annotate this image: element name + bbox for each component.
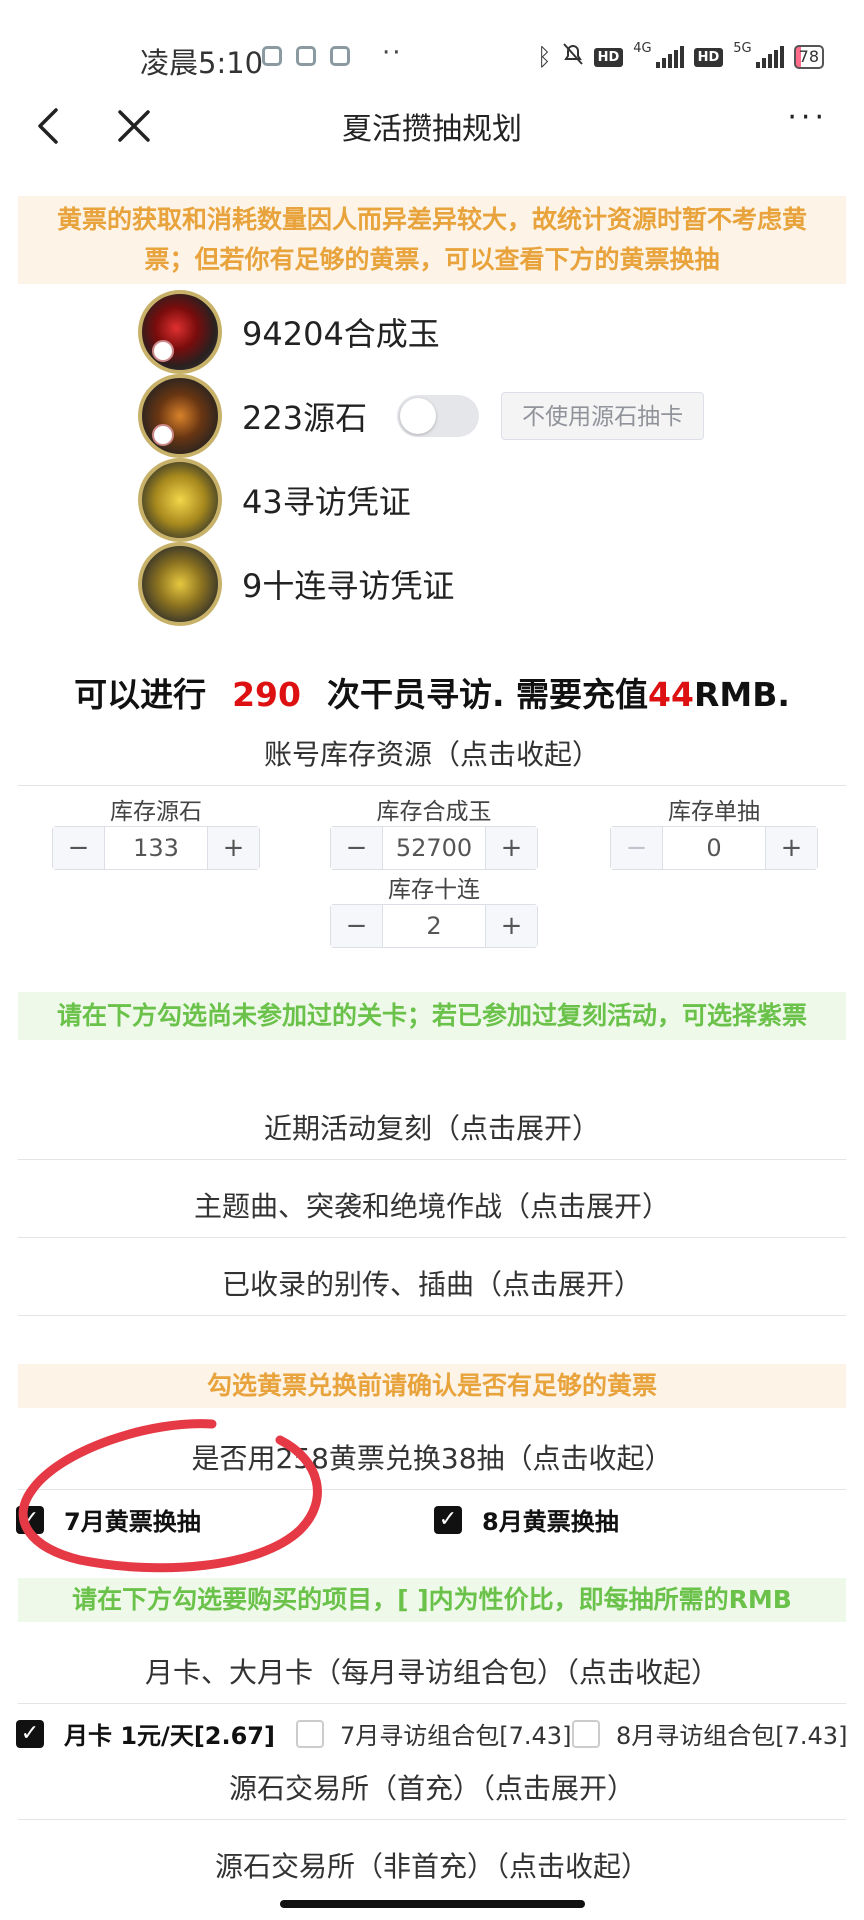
- originite-icon: [138, 374, 222, 458]
- option-label: 月卡 1元/天[2.67]: [64, 1722, 275, 1750]
- side-story-section[interactable]: 已收录的别传、插曲（点击展开）: [18, 1254, 846, 1316]
- rerun-events-section[interactable]: 近期活动复刻（点击展开）: [18, 1098, 846, 1160]
- pull-summary: 可以进行 290 次干员寻访. 需要充值44RMB.: [0, 668, 864, 716]
- status-time: 凌晨5:10: [140, 46, 264, 80]
- hd-badge: HD: [693, 47, 724, 67]
- field-label: 库存十连: [388, 877, 480, 903]
- summary-prefix: 可以进行: [74, 675, 207, 714]
- orundum-stepper: − 52700 +: [330, 826, 538, 870]
- resource-label: 9十连寻访凭证: [242, 567, 455, 605]
- summary-rmb: 44: [648, 675, 694, 714]
- exchange-first-section[interactable]: 源石交易所（首充）（点击展开）: [18, 1758, 846, 1820]
- status-right: ᛒ HD 4G HD 5G 78: [537, 42, 824, 72]
- home-indicator[interactable]: [280, 1900, 585, 1908]
- battery-icon: 78: [793, 45, 824, 69]
- status-bar: 凌晨5:10 ·· ᛒ HD 4G HD 5G 78: [0, 0, 864, 110]
- signal-icon: [655, 46, 684, 68]
- nav-bar: 夏活攒抽规划 ···: [0, 96, 864, 158]
- increment-button[interactable]: +: [485, 905, 537, 947]
- stepper-value[interactable]: 0: [663, 827, 765, 869]
- hd-badge: HD: [593, 47, 624, 67]
- stepper-value[interactable]: 133: [105, 827, 207, 869]
- app-notification-icon: [262, 46, 282, 66]
- more-notifications: ··: [382, 38, 403, 68]
- increment-button[interactable]: +: [485, 827, 537, 869]
- ticket-exchange-section[interactable]: 是否用258黄票兑换38抽（点击收起）: [18, 1428, 846, 1490]
- august-pack-option[interactable]: 8月寻访组合包[7.43]: [572, 1716, 847, 1751]
- stepper-value[interactable]: 2: [383, 905, 485, 947]
- field-label: 库存单抽: [668, 799, 760, 825]
- decrement-button[interactable]: −: [611, 827, 663, 869]
- checkbox-unchecked[interactable]: [572, 1719, 600, 1748]
- resource-originite: 223源石 不使用源石抽卡: [138, 374, 705, 458]
- signal-icon: [755, 46, 784, 68]
- badge-icon: [152, 340, 174, 362]
- monthly-card-option[interactable]: ✓ 月卡 1元/天[2.67]: [16, 1716, 275, 1751]
- stage-selection-notice: 请在下方勾选尚未参加过的关卡；若已参加过复刻活动，可选择紫票: [18, 992, 846, 1040]
- exchange-nonfirst-section[interactable]: 源石交易所（非首充）（点击收起）: [18, 1836, 846, 1898]
- monthly-card-section[interactable]: 月卡、大月卡（每月寻访组合包）（点击收起）: [18, 1642, 846, 1704]
- field-label: 库存合成玉: [376, 799, 492, 825]
- checkbox-unchecked[interactable]: [296, 1719, 324, 1748]
- ten-roll-permit-icon: [138, 542, 222, 626]
- option-label: 8月黄票换抽: [482, 1508, 619, 1536]
- ten-pull-stepper: − 2 +: [330, 904, 538, 948]
- decrement-button[interactable]: −: [331, 905, 383, 947]
- originite-stepper: − 133 +: [52, 826, 260, 870]
- option-label: 7月黄票换抽: [64, 1508, 201, 1536]
- august-exchange-option[interactable]: ✓ 8月黄票换抽: [434, 1502, 619, 1537]
- summary-pulls: 290: [232, 675, 301, 714]
- checkbox-checked[interactable]: ✓: [16, 1505, 44, 1534]
- inventory-section-header[interactable]: 账号库存资源（点击收起）: [18, 724, 846, 786]
- increment-button[interactable]: +: [765, 827, 817, 869]
- confirm-tickets-notice: 勾选黄票兑换前请确认是否有足够的黄票: [18, 1364, 846, 1408]
- resource-label: 43寻访凭证: [242, 483, 411, 521]
- resource-label: 223源石: [242, 399, 368, 437]
- increment-button[interactable]: +: [207, 827, 259, 869]
- checkbox-checked[interactable]: ✓: [16, 1719, 44, 1748]
- resource-orundum: 94204合成玉: [138, 290, 440, 374]
- network-type: 4G: [633, 41, 652, 56]
- bluetooth-icon: ᛒ: [537, 43, 552, 71]
- checkbox-checked[interactable]: ✓: [434, 1505, 462, 1534]
- toggle-knob: [400, 398, 437, 434]
- no-originite-button[interactable]: 不使用源石抽卡: [501, 392, 705, 440]
- option-label: 8月寻访组合包[7.43]: [616, 1722, 848, 1750]
- originite-toggle[interactable]: [397, 395, 480, 437]
- main-story-section[interactable]: 主题曲、突袭和绝境作战（点击展开）: [18, 1176, 846, 1238]
- resource-label: 94204合成玉: [242, 315, 440, 353]
- app-notification-icon: [296, 46, 316, 66]
- decrement-button[interactable]: −: [331, 827, 383, 869]
- badge-icon: [152, 424, 174, 446]
- network-type: 5G: [733, 41, 752, 56]
- page-title: 夏活攒抽规划: [342, 112, 522, 147]
- mute-bell-icon: [562, 42, 584, 72]
- summary-middle: 次干员寻访. 需要充值: [326, 675, 649, 714]
- app-notification-icon: [330, 46, 350, 66]
- summary-suffix: RMB.: [693, 675, 790, 714]
- decrement-button[interactable]: −: [53, 827, 105, 869]
- more-menu-button[interactable]: ···: [787, 100, 828, 135]
- resource-ten-permit: 9十连寻访凭证: [138, 542, 455, 626]
- field-label: 库存源石: [110, 799, 202, 825]
- stepper-value[interactable]: 52700: [383, 827, 485, 869]
- headhunting-permit-icon: [138, 458, 222, 542]
- orundum-icon: [138, 290, 222, 374]
- july-pack-option[interactable]: 7月寻访组合包[7.43]: [296, 1716, 571, 1751]
- notification-icons: [262, 46, 350, 66]
- option-label: 7月寻访组合包[7.43]: [340, 1722, 572, 1750]
- yellow-ticket-notice: 黄票的获取和消耗数量因人而异差异较大，故统计资源时暂不考虑黄票；但若你有足够的黄…: [18, 196, 846, 284]
- purchase-notice: 请在下方勾选要购买的项目，[ ]内为性价比，即每抽所需的RMB: [18, 1578, 846, 1622]
- single-pull-stepper: − 0 +: [610, 826, 818, 870]
- july-exchange-option[interactable]: ✓ 7月黄票换抽: [16, 1502, 201, 1537]
- resource-permit: 43寻访凭证: [138, 458, 411, 542]
